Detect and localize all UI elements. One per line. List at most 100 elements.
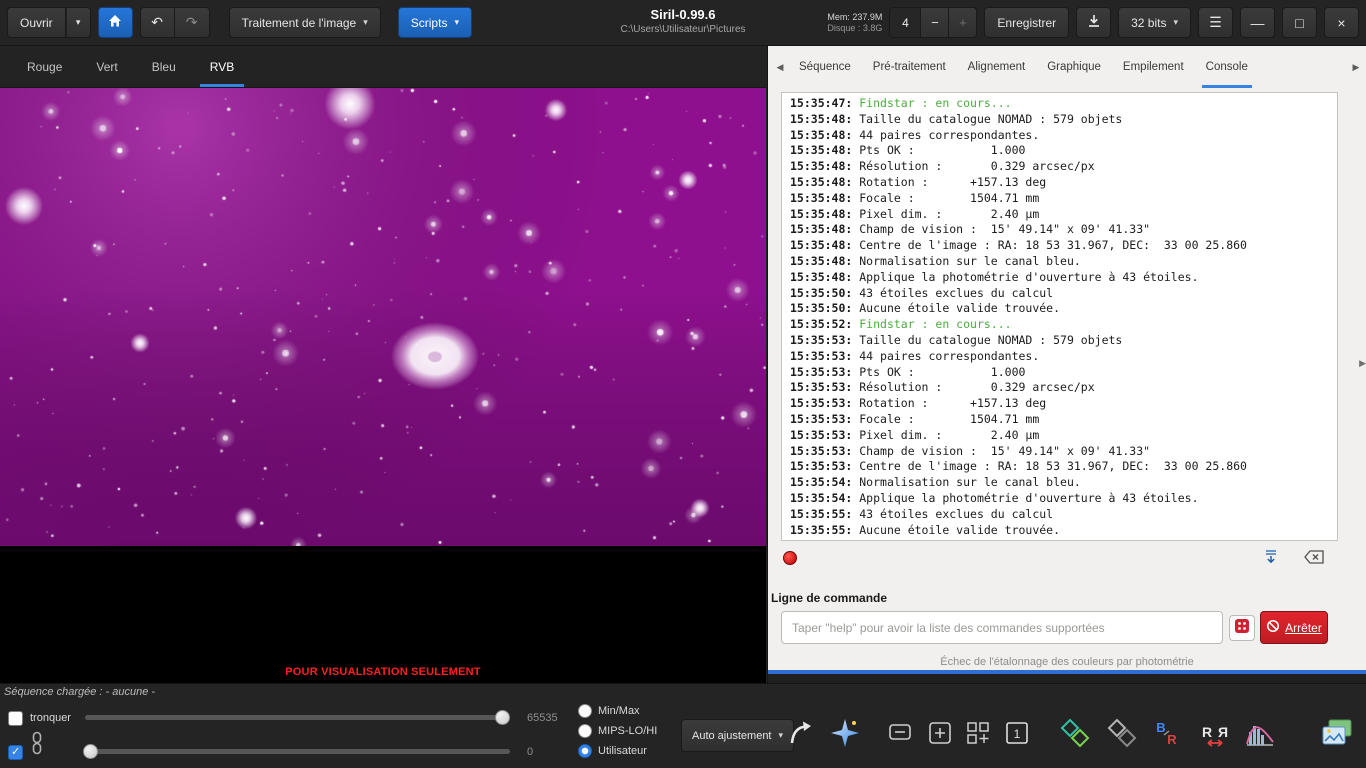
svg-text:1: 1 xyxy=(1014,727,1021,741)
truncate-label: tronquer xyxy=(30,712,71,724)
mirror-button[interactable]: RЯ xyxy=(1198,718,1232,752)
star-detection-button[interactable] xyxy=(828,718,862,752)
truncate-checkbox[interactable] xyxy=(8,711,23,726)
tab-sequence[interactable]: Séquence xyxy=(788,46,862,88)
console-line: 15:35:48: 44 paires correspondantes. xyxy=(790,127,1040,142)
first-frame-button[interactable]: 1 xyxy=(1000,718,1034,752)
save-as-button[interactable] xyxy=(1076,7,1112,38)
frame-one-icon: 1 xyxy=(1004,720,1030,751)
panel-expand-handle[interactable]: ▶ xyxy=(1359,358,1366,369)
layers-gray-button[interactable] xyxy=(1105,718,1139,752)
curved-arrow-button[interactable] xyxy=(783,718,817,752)
undo-redo-group: ↶ ↷ xyxy=(139,7,210,38)
tab-graph[interactable]: Graphique xyxy=(1036,46,1112,88)
rgb-composition-button[interactable]: BR xyxy=(1150,718,1184,752)
mosaic-grid-button[interactable] xyxy=(961,718,995,752)
console-line: 15:35:48: Normalisation sur le canal ble… xyxy=(790,253,1081,268)
hamburger-icon: ☰ xyxy=(1209,14,1222,30)
tab-rgb[interactable]: RVB xyxy=(193,46,251,87)
svg-text:R: R xyxy=(1167,732,1177,747)
curved-arrow-icon xyxy=(786,719,814,752)
tab-red[interactable]: Rouge xyxy=(10,46,79,87)
image-viewer: Rouge Vert Bleu RVB POUR VISUALISATION S… xyxy=(0,46,766,683)
minimize-button[interactable]: — xyxy=(1240,7,1275,38)
bottom-bar: Séquence chargée : - aucune - tronquer 6… xyxy=(0,683,1366,768)
panel-footer xyxy=(768,674,1366,683)
tab-alignment[interactable]: Alignement xyxy=(957,46,1037,88)
tab-green[interactable]: Vert xyxy=(79,46,134,87)
low-slider[interactable] xyxy=(83,744,510,759)
radio-user-label: Utilisateur xyxy=(598,745,647,757)
tab-blue[interactable]: Bleu xyxy=(135,46,193,87)
maximize-button[interactable]: □ xyxy=(1282,7,1317,38)
console-line: 15:35:48: Taille du catalogue NOMAD : 57… xyxy=(790,111,1123,126)
console-line: 15:35:50: 43 étoiles exclues du calcul xyxy=(790,285,1054,300)
high-slider[interactable] xyxy=(85,710,510,725)
thread-minus-button[interactable]: − xyxy=(920,8,949,37)
low-slider-handle[interactable] xyxy=(83,744,98,759)
close-button[interactable]: × xyxy=(1324,7,1359,38)
tab-pretreatment[interactable]: Pré-traitement xyxy=(862,46,957,88)
open-split-button: Ouvrir ▾ xyxy=(7,7,91,38)
console-line: 15:35:53: Rotation : +157.13 deg xyxy=(790,396,1047,411)
message-square-button[interactable] xyxy=(883,718,917,752)
save-button[interactable]: Enregistrer xyxy=(984,7,1070,38)
command-line-label: Ligne de commande xyxy=(771,591,888,605)
bit-depth-label: 32 bits xyxy=(1131,15,1167,30)
layers-gray-icon xyxy=(1107,718,1137,753)
console-line: 15:35:53: 44 paires correspondantes. xyxy=(790,348,1040,363)
add-grid-button[interactable] xyxy=(923,718,957,752)
console-line: 15:35:53: Taille du catalogue NOMAD : 57… xyxy=(790,332,1123,347)
memory-info: Mem: 237.9M Disque : 3.8G xyxy=(827,12,882,34)
radio-minmax[interactable]: Min/Max xyxy=(578,704,640,718)
tab-stacking[interactable]: Empilement xyxy=(1112,46,1195,88)
low-value: 0 xyxy=(527,746,534,758)
console-line: 15:35:48: Pts OK : 1.000 xyxy=(790,143,1026,158)
open-dropdown-button[interactable]: ▾ xyxy=(65,7,91,38)
high-slider-handle[interactable] xyxy=(495,710,510,725)
histogram-icon xyxy=(1244,718,1276,753)
redo-button[interactable]: ↷ xyxy=(174,7,210,38)
auto-adjust-select[interactable]: Auto ajustement ▾ xyxy=(681,719,795,752)
stop-label: Arrêter xyxy=(1285,620,1322,635)
close-icon: × xyxy=(1337,14,1346,31)
thread-count-spinner: 4 − + xyxy=(889,7,978,38)
console-line: 15:35:52: Findstar : en cours... xyxy=(790,317,1012,332)
tab-scroll-right-icon[interactable]: ▶ xyxy=(1348,46,1364,88)
image-canvas[interactable] xyxy=(0,88,766,546)
thread-count-value[interactable]: 4 xyxy=(890,8,921,37)
radio-mips-lohi[interactable]: MIPS-LO/HI xyxy=(578,724,657,738)
command-input[interactable] xyxy=(781,611,1223,644)
histogram-button[interactable] xyxy=(1243,718,1277,752)
image-processing-menu-button[interactable]: Traitement de l'image ▾ xyxy=(228,7,381,38)
redo-icon: ↷ xyxy=(185,14,198,30)
radio-user[interactable]: Utilisateur xyxy=(578,744,647,758)
export-log-icon xyxy=(1262,548,1280,571)
dice-icon xyxy=(1234,618,1250,639)
console-line: 15:35:47: Findstar : en cours... xyxy=(790,96,1012,110)
open-button[interactable]: Ouvrir xyxy=(7,7,66,38)
low-checkbox[interactable] xyxy=(8,745,23,760)
maximize-icon: □ xyxy=(1295,14,1304,31)
undo-button[interactable]: ↶ xyxy=(139,7,175,38)
log-record-indicator[interactable] xyxy=(783,551,797,565)
link-icon[interactable] xyxy=(30,731,44,760)
bit-depth-select[interactable]: 32 bits ▾ xyxy=(1118,7,1191,38)
thread-plus-button[interactable]: + xyxy=(948,8,977,37)
clear-log-button[interactable] xyxy=(1303,549,1325,569)
layers-teal-button[interactable] xyxy=(1058,718,1092,752)
export-log-button[interactable] xyxy=(1260,549,1282,569)
tab-scroll-left-icon[interactable]: ◀ xyxy=(772,46,788,88)
command-helper-button[interactable] xyxy=(1229,615,1255,641)
scripts-menu-button[interactable]: Scripts ▾ xyxy=(397,7,472,38)
menu-button[interactable]: ☰ xyxy=(1198,7,1233,38)
download-icon xyxy=(1086,13,1102,32)
sequence-status: Séquence chargée : - aucune - xyxy=(4,686,156,698)
undo-icon: ↶ xyxy=(151,14,164,30)
tab-console[interactable]: Console xyxy=(1195,46,1259,88)
home-button[interactable] xyxy=(97,7,133,38)
image-list-button[interactable] xyxy=(1320,718,1354,752)
stop-button[interactable]: Arrêter xyxy=(1260,611,1328,644)
titlebar: Ouvrir ▾ ↶ ↷ Traitement de l'image ▾ Scr… xyxy=(0,0,1366,46)
console-log[interactable]: 15:35:47: Findstar : en cours... 15:35:48… xyxy=(781,92,1338,541)
